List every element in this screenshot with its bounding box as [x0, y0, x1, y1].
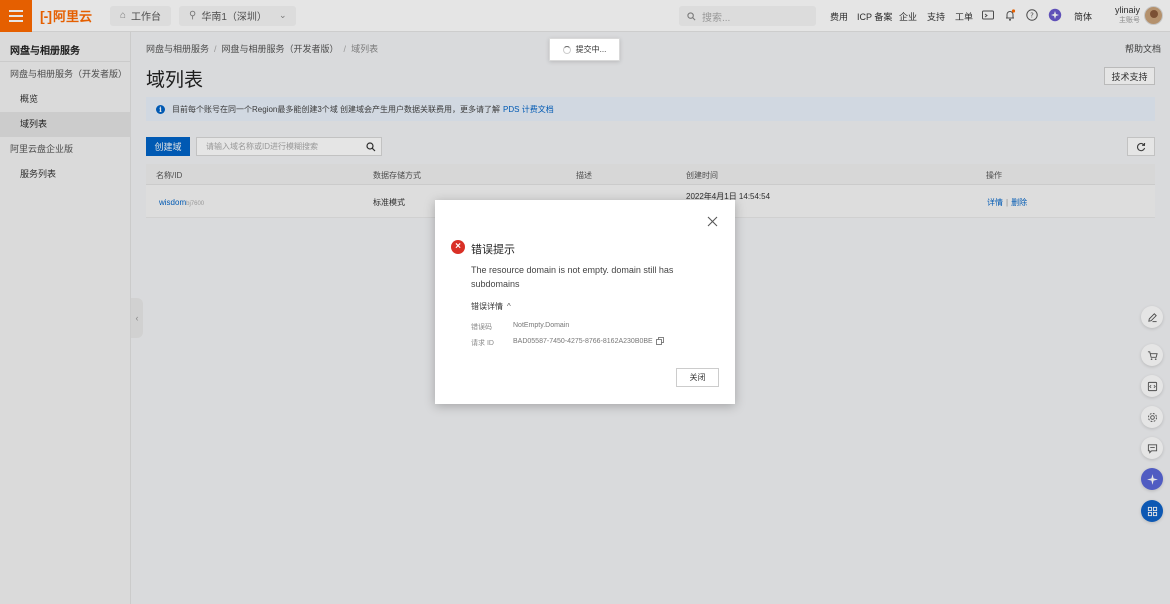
error-dialog: × 错误提示 The resource domain is not empty.…: [435, 200, 735, 404]
close-icon[interactable]: [707, 216, 718, 227]
loading-spinner-icon: [562, 45, 571, 54]
dialog-title: 错误提示: [471, 244, 515, 256]
chevron-up-icon: ^: [507, 302, 511, 311]
dialog-close-button[interactable]: 关闭: [676, 368, 719, 387]
error-code-label: 错误码: [471, 324, 492, 331]
dialog-message: The resource domain is not empty. domain…: [471, 265, 674, 289]
copy-icon[interactable]: [656, 337, 664, 345]
error-details-label: 错误详情: [471, 302, 503, 311]
error-details-toggle[interactable]: 错误详情 ^: [471, 301, 511, 312]
submitting-toast: 提交中...: [549, 38, 620, 61]
error-code-value: NotEmpty.Domain: [513, 322, 570, 329]
request-id-value: BAD05587-7450-4275-8766-8162A230B0BE: [513, 338, 653, 345]
request-id-label: 请求 ID: [471, 340, 494, 347]
error-icon: ×: [451, 240, 465, 254]
toast-text: 提交中...: [575, 45, 607, 54]
